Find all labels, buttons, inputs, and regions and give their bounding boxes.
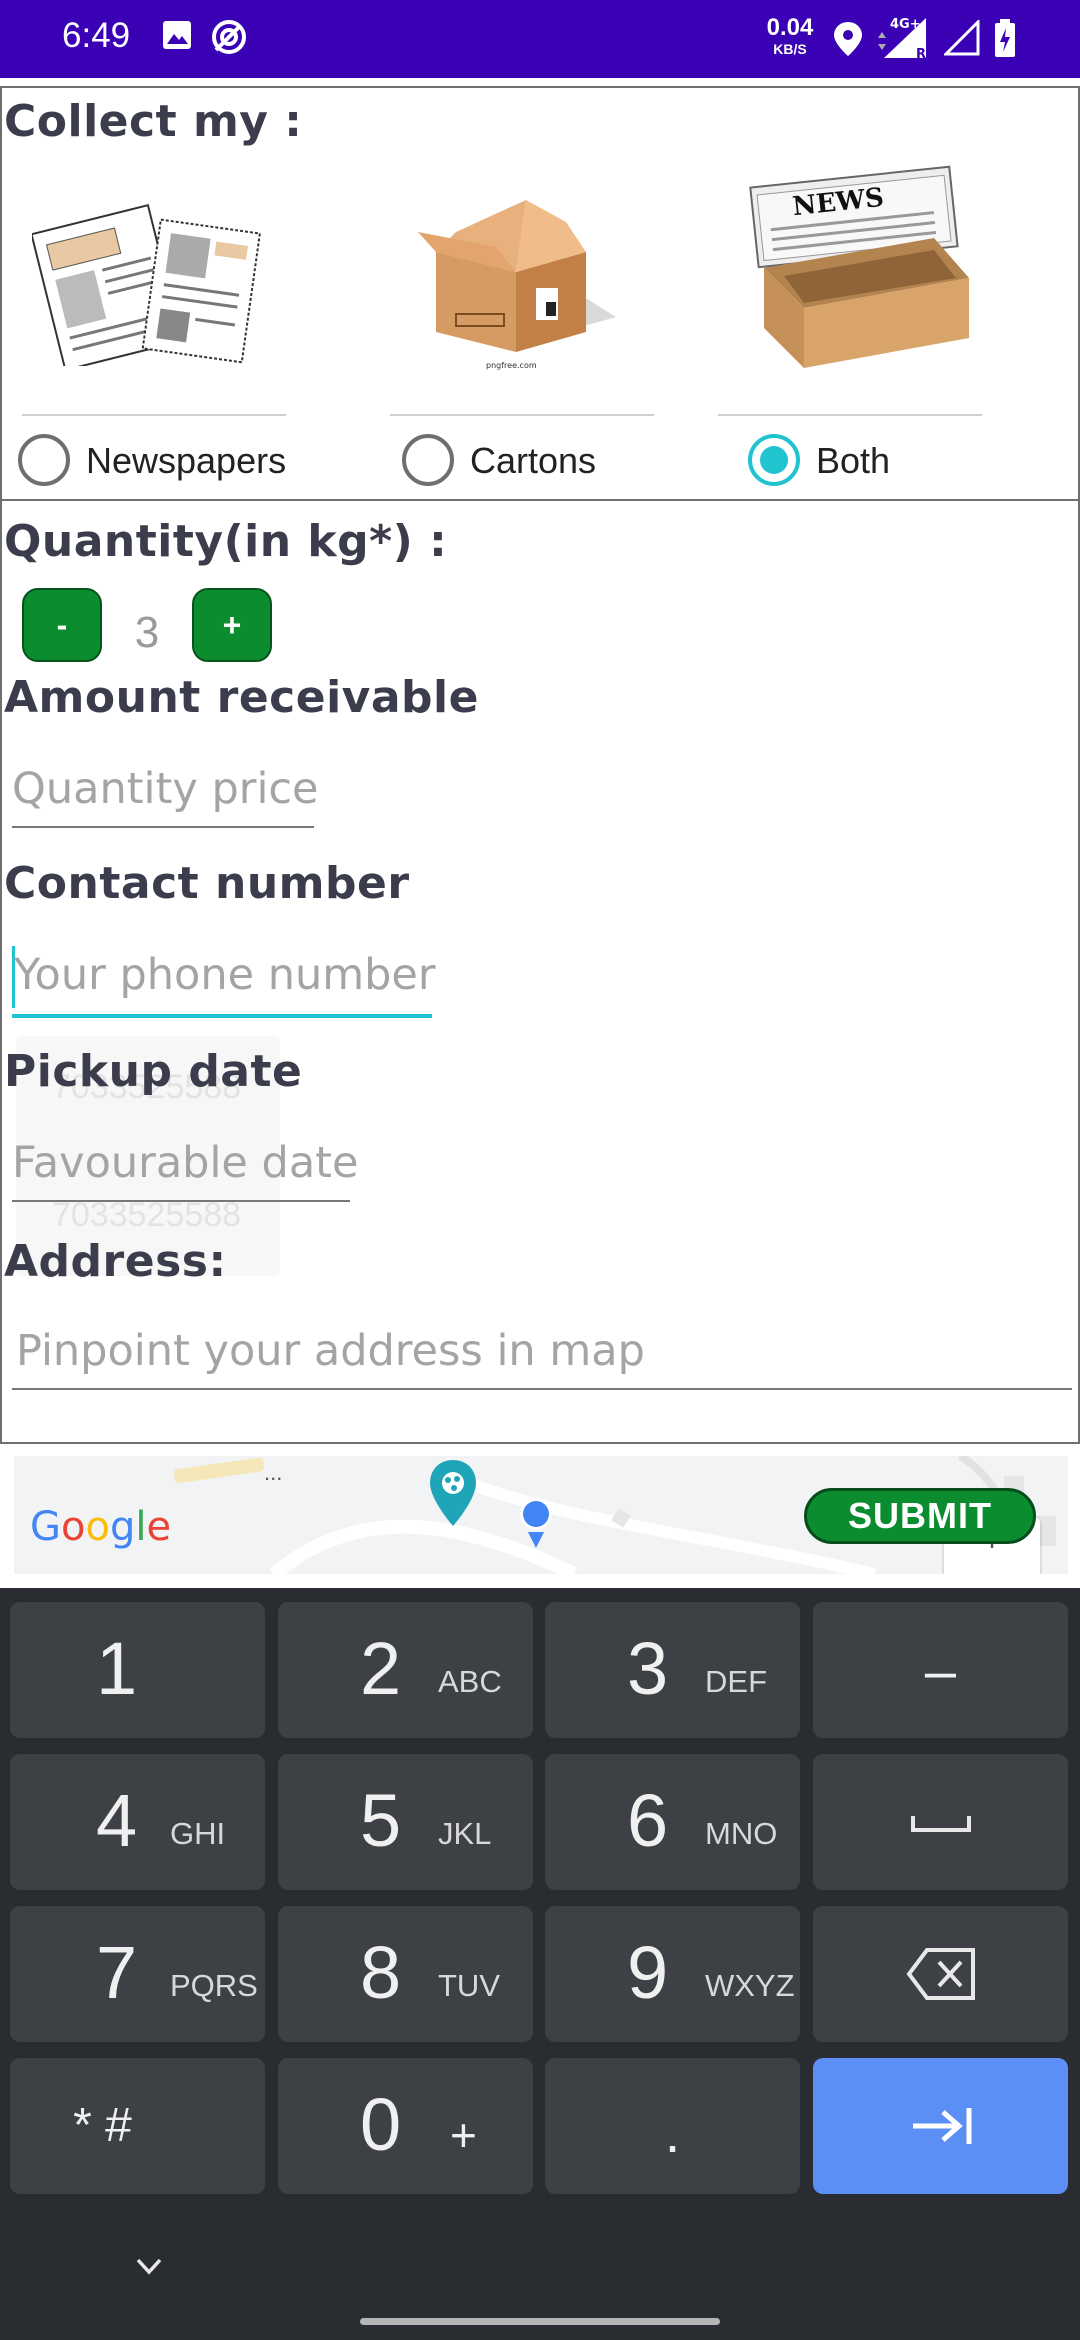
- home-indicator[interactable]: [360, 2318, 720, 2325]
- key-symbol: * #: [73, 2099, 132, 2152]
- key-0[interactable]: 0 +: [278, 2058, 533, 2194]
- image-icon: [163, 21, 191, 49]
- key-9[interactable]: 9 WXYZ: [545, 1906, 800, 2042]
- hide-keyboard-icon[interactable]: [134, 2256, 164, 2278]
- amount-label: Amount receivable: [4, 672, 479, 723]
- space-icon: [911, 1816, 971, 1832]
- phone-number-field[interactable]: Your phone number: [14, 950, 436, 1000]
- key-letters: +: [450, 2109, 477, 2161]
- collect-title: Collect my :: [4, 96, 303, 147]
- key-letters: ABC: [438, 1664, 502, 1699]
- net-speed: 0.04 KB/S: [762, 14, 818, 57]
- key-digit: 4: [96, 1779, 138, 1862]
- key-digit: 0: [360, 2083, 402, 2166]
- key-digit: 2: [360, 1627, 402, 1710]
- pickup-date-underline: [12, 1200, 350, 1202]
- minus-key[interactable]: –: [813, 1602, 1068, 1738]
- battery-charging-icon: [995, 19, 1015, 57]
- pickup-date-field[interactable]: Favourable date: [12, 1138, 359, 1188]
- amount-field[interactable]: Quantity price: [12, 764, 319, 814]
- option-divider: [22, 414, 286, 416]
- hotspot-icon: [212, 20, 246, 54]
- key-2[interactable]: 2 ABC: [278, 1602, 533, 1738]
- quantity-value: 3: [134, 608, 160, 657]
- current-location-icon: [520, 1498, 552, 1548]
- address-label: Address:: [4, 1236, 227, 1287]
- key-8[interactable]: 8 TUV: [278, 1906, 533, 2042]
- space-key[interactable]: [813, 1754, 1068, 1890]
- newspapers-image: [32, 203, 261, 366]
- decrease-quantity-button[interactable]: -: [22, 588, 102, 662]
- radio-button-cartons[interactable]: [402, 434, 454, 486]
- radio-label-newspapers: Newspapers: [86, 440, 287, 481]
- radio-label-cartons: Cartons: [470, 440, 597, 481]
- next-key[interactable]: [813, 2058, 1068, 2194]
- image-watermark: pngfree.com: [486, 361, 537, 370]
- key-digit: 6: [627, 1779, 669, 1862]
- option-divider: [390, 414, 654, 416]
- pickup-form: Collect my : pngfree.com NEWS Newspapers…: [0, 86, 1080, 1444]
- key-1[interactable]: 1: [10, 1602, 265, 1738]
- key-digit: 1: [96, 1627, 138, 1710]
- option-divider: [718, 414, 982, 416]
- clock: 6:49: [62, 16, 131, 55]
- backspace-key[interactable]: [813, 1906, 1068, 2042]
- key-digit: 3: [627, 1627, 669, 1710]
- key-symbol: .: [664, 2101, 681, 2164]
- symbols-key[interactable]: * #: [10, 2058, 265, 2194]
- key-letters: TUV: [438, 1968, 500, 2003]
- quantity-label: Quantity(in kg*) :: [4, 516, 448, 567]
- signal-4g-icon: 4G+ R: [878, 17, 926, 60]
- key-digit: 8: [360, 1931, 402, 2014]
- news-in-box-image: NEWS: [749, 165, 969, 368]
- radio-button-newspapers[interactable]: [18, 434, 70, 486]
- key-digit: 9: [627, 1931, 669, 2014]
- submit-button[interactable]: SUBMIT: [804, 1488, 1036, 1544]
- net-speed-value: 0.04: [766, 14, 814, 41]
- key-digit: 7: [96, 1931, 138, 2014]
- collect-section: Collect my : pngfree.com NEWS Newspapers…: [2, 88, 1078, 501]
- roaming-label: R: [916, 47, 926, 60]
- key-letters: WXYZ: [705, 1968, 795, 2003]
- pickup-date-label: Pickup date: [4, 1046, 303, 1097]
- next-field-icon: [913, 2108, 972, 2144]
- key-5[interactable]: 5 JKL: [278, 1754, 533, 1890]
- key-letters: JKL: [438, 1816, 492, 1851]
- key-7[interactable]: 7 PQRS: [10, 1906, 265, 2042]
- key-letters: MNO: [705, 1816, 778, 1851]
- key-letters: DEF: [705, 1664, 767, 1699]
- net-speed-unit: KB/S: [773, 41, 807, 57]
- key-digit: 5: [360, 1779, 402, 1862]
- location-icon: [834, 22, 862, 56]
- amount-field-underline: [12, 826, 314, 828]
- increase-quantity-button[interactable]: +: [192, 588, 272, 662]
- signal-icon: [944, 20, 980, 56]
- key-4[interactable]: 4 GHI: [10, 1754, 265, 1890]
- key-letters: PQRS: [170, 1968, 258, 2003]
- address-field-underline: [12, 1388, 1072, 1390]
- period-key[interactable]: .: [545, 2058, 800, 2194]
- status-bar: 6:49 0.04 KB/S 4G+ R: [0, 0, 1080, 78]
- phone-field-underline: [12, 1014, 432, 1018]
- map-view[interactable]: ... Google + SUBMIT: [14, 1456, 1068, 1574]
- key-3[interactable]: 3 DEF: [545, 1602, 800, 1738]
- key-6[interactable]: 6 MNO: [545, 1754, 800, 1890]
- radio-button-both[interactable]: [748, 434, 800, 486]
- map-pin-icon[interactable]: [426, 1458, 480, 1528]
- google-logo: Google: [30, 1504, 172, 1550]
- radio-label-both: Both: [816, 440, 891, 481]
- contact-label: Contact number: [4, 858, 410, 909]
- map-dots: ...: [264, 1460, 283, 1485]
- key-symbol: –: [924, 1639, 957, 1702]
- numeric-keyboard: 1 2 ABC 3 DEF – 4 GHI 5 JKL 6 MNO 7 PQRS 8 TUV 9 WXYZ * # 0…: [0, 1588, 1080, 2340]
- backspace-icon: [906, 1948, 975, 2000]
- key-letters: GHI: [170, 1816, 226, 1851]
- address-field[interactable]: Pinpoint your address in map: [16, 1326, 645, 1376]
- carton-box-image: pngfree.com: [418, 200, 616, 370]
